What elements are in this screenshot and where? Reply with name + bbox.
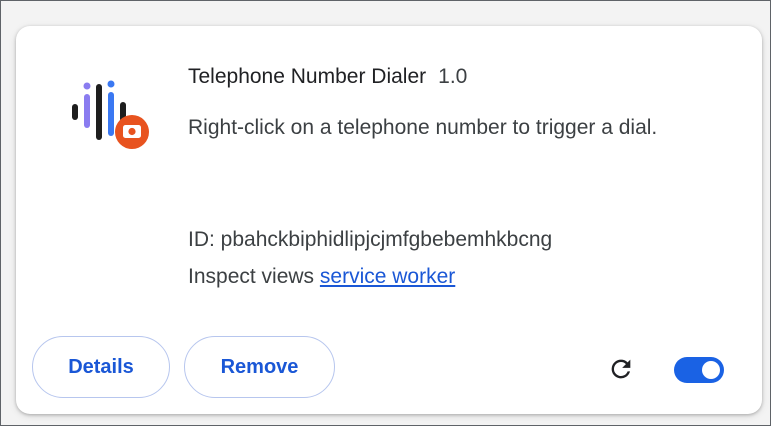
service-worker-link[interactable]: service worker	[320, 265, 455, 288]
inspect-views-label: Inspect views	[188, 265, 315, 288]
remove-button[interactable]: Remove	[184, 336, 335, 398]
page-frame: Telephone Number Dialer 1.0 Right-click o…	[0, 0, 771, 426]
enable-toggle[interactable]	[674, 357, 724, 383]
telephone-dialer-icon	[72, 80, 149, 149]
extension-card: Telephone Number Dialer 1.0 Right-click o…	[16, 26, 762, 414]
extension-name: Telephone Number Dialer	[188, 65, 427, 88]
toggle-knob	[702, 361, 720, 379]
extension-id: ID: pbahckbiphidlipjcjmfgbebemhkbcng	[188, 228, 553, 251]
extension-description: Right-click on a telephone number to tri…	[188, 116, 658, 139]
extension-version: 1.0	[438, 65, 468, 88]
extension-title-row: Telephone Number Dialer 1.0	[188, 65, 467, 89]
reload-icon[interactable]	[607, 355, 635, 383]
inspect-views-row: Inspect views service worker	[188, 265, 455, 289]
details-button[interactable]: Details	[32, 336, 170, 398]
